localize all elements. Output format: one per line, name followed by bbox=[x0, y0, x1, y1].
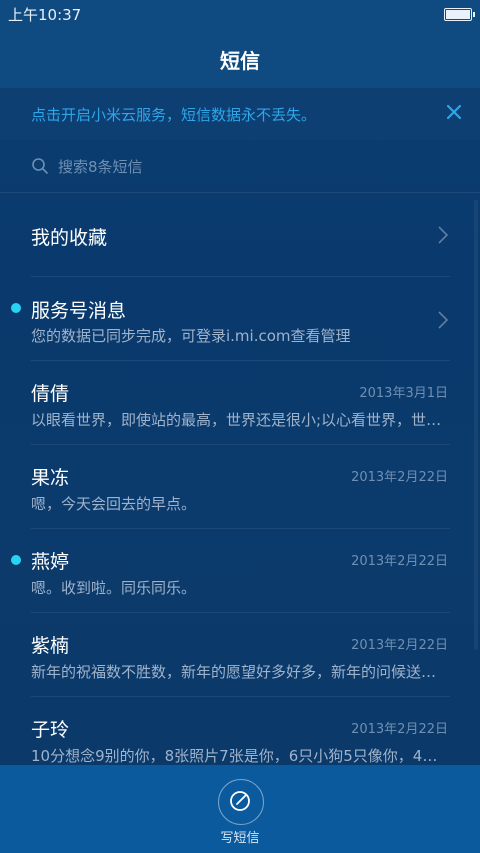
search-bar[interactable]: 搜索8条短信 bbox=[0, 140, 480, 193]
service-messages-row[interactable]: 服务号消息 您的数据已同步完成，可登录i.mi.com查看管理 bbox=[0, 277, 480, 361]
status-time: 上午10:37 bbox=[8, 6, 82, 24]
message-preview: 10分想念9别的你，8张照片7张是你，6只小狗5只像你，4个季节 bbox=[31, 747, 446, 765]
search-icon bbox=[32, 158, 48, 174]
contact-name: 果冻 bbox=[31, 467, 70, 489]
service-title: 服务号消息 bbox=[31, 300, 127, 322]
message-date: 2013年2月22日 bbox=[351, 470, 448, 485]
conversation-item[interactable]: 紫楠 2013年2月22日 新年的祝福数不胜数，新年的愿望好多好多，新年的问候送… bbox=[0, 613, 480, 697]
conversation-item[interactable]: 果冻 2013年2月22日 嗯，今天会回去的早点。 bbox=[0, 445, 480, 529]
unread-indicator bbox=[11, 303, 21, 313]
service-subtitle: 您的数据已同步完成，可登录i.mi.com查看管理 bbox=[31, 327, 351, 345]
conversation-item[interactable]: 倩倩 2013年3月1日 以眼看世界，即使站的最高，世界还是很小;以心看世界，世… bbox=[0, 361, 480, 445]
conversation-list[interactable]: 我的收藏 服务号消息 您的数据已同步完成，可登录i.mi.com查看管理 倩倩 … bbox=[0, 193, 480, 765]
page-title: 短信 bbox=[220, 49, 260, 73]
message-preview: 以眼看世界，即使站的最高，世界还是很小;以心看世界，世界很大 bbox=[31, 411, 446, 429]
message-preview: 嗯，今天会回去的早点。 bbox=[31, 495, 197, 513]
scrollbar[interactable] bbox=[474, 200, 478, 650]
search-input[interactable]: 搜索8条短信 bbox=[58, 156, 143, 177]
status-bar: 上午10:37 bbox=[0, 0, 480, 28]
conversation-item[interactable]: 子玲 2013年2月22日 10分想念9别的你，8张照片7张是你，6只小狗5只像… bbox=[0, 697, 480, 765]
banner-text[interactable]: 点击开启小米云服务，短信数据永不丢失。 bbox=[31, 104, 316, 125]
contact-name: 紫楠 bbox=[31, 635, 70, 657]
message-date: 2013年2月22日 bbox=[351, 554, 448, 569]
message-preview: 嗯。收到啦。同乐同乐。 bbox=[31, 579, 197, 597]
contact-name: 倩倩 bbox=[31, 383, 70, 405]
header: 短信 bbox=[0, 28, 480, 88]
message-date: 2013年2月22日 bbox=[351, 722, 448, 737]
unread-indicator bbox=[11, 555, 21, 565]
battery-icon bbox=[444, 8, 475, 21]
conversation-item[interactable]: 燕婷 2013年2月22日 嗯。收到啦。同乐同乐。 bbox=[0, 529, 480, 613]
contact-name: 子玲 bbox=[31, 719, 70, 741]
message-preview: 新年的祝福数不胜数，新年的愿望好多好多，新年的问候送给你 bbox=[31, 663, 446, 681]
close-icon[interactable] bbox=[442, 100, 466, 124]
cloud-service-banner[interactable]: 点击开启小米云服务，短信数据永不丢失。 bbox=[0, 88, 480, 140]
favorites-row[interactable]: 我的收藏 bbox=[0, 193, 480, 277]
compose-button[interactable] bbox=[218, 779, 264, 825]
chevron-right-icon bbox=[438, 311, 449, 329]
compose-label[interactable]: 写短信 bbox=[0, 827, 480, 846]
compose-icon bbox=[229, 790, 250, 811]
favorites-title: 我的收藏 bbox=[31, 227, 108, 249]
message-date: 2013年2月22日 bbox=[351, 638, 448, 653]
message-date: 2013年3月1日 bbox=[359, 386, 448, 401]
chevron-right-icon bbox=[438, 226, 449, 244]
bottom-bar: 写短信 bbox=[0, 765, 480, 853]
contact-name: 燕婷 bbox=[31, 551, 70, 573]
